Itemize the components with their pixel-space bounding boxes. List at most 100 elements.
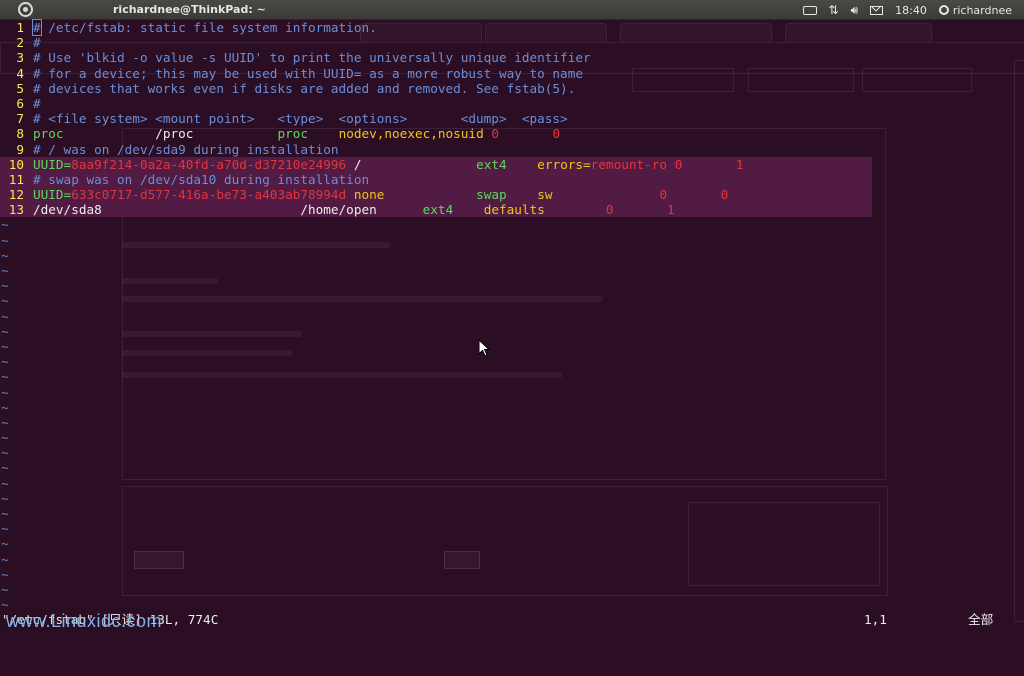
line-text: # [33,35,41,50]
empty-line-marker: ~ [0,233,1024,248]
line-text: 1 [736,157,744,172]
line-text: 633c0717-d577-416a-be73-a403ab78994d [71,187,346,202]
top-panel: richardnee@ThinkPad: ~ ⇅ 🔊︎ 18:40 richar… [0,0,1024,20]
line-text [682,157,735,172]
empty-line-marker: ~ [0,248,1024,263]
keyboard-icon[interactable] [803,6,817,15]
vim-buffer[interactable]: 1 # /etc/fstab: static file system inform… [0,20,1024,612]
tilde-marker: ~ [1,339,9,354]
line-number: 13 [0,202,24,217]
window-title: richardnee@ThinkPad: ~ [113,3,266,16]
buffer-line[interactable]: 11# swap was on /dev/sda10 during instal… [0,172,872,187]
empty-line-marker: ~ [0,491,1024,506]
tilde-marker: ~ [1,582,9,597]
session-icon[interactable] [939,5,949,15]
tilde-marker: ~ [1,263,9,278]
tilde-marker: ~ [1,233,9,248]
buffer-line[interactable]: 2# [0,35,1024,50]
tilde-marker: ~ [1,400,9,415]
buffer-line[interactable]: 13/dev/sda8 /home/open ext4 defaults 0 1 [0,202,872,217]
empty-line-marker: ~ [0,460,1024,475]
tilde-marker: ~ [1,476,9,491]
network-icon[interactable]: ⇅ [829,0,839,20]
tilde-marker: ~ [1,567,9,582]
buffer-line[interactable]: 3# Use 'blkid -o value -s UUID' to print… [0,50,1024,65]
tilde-marker: ~ [1,309,9,324]
line-text: /dev/sda8 [33,202,102,217]
tilde-marker: ~ [1,293,9,308]
tilde-marker: ~ [1,385,9,400]
line-text: sw [537,187,552,202]
tilde-marker: ~ [1,430,9,445]
line-text: 0 [491,126,499,141]
line-number: 4 [0,66,24,81]
buffer-line[interactable]: 1 # /etc/fstab: static file system inform… [0,20,1024,35]
empty-line-marker: ~ [0,536,1024,551]
line-text: none [354,187,385,202]
empty-line-marker: ~ [0,354,1024,369]
empty-line-marker: ~ [0,415,1024,430]
user-name[interactable]: richardnee [953,4,1012,17]
line-text: proc [277,126,308,141]
line-text: # / was on /dev/sda9 during installation [33,142,339,157]
empty-line-marker: ~ [0,582,1024,597]
text-cursor: # [33,20,41,35]
line-text [499,126,552,141]
line-number: 8 [0,126,24,141]
line-text: # swap was on /dev/sda10 during installa… [33,172,369,187]
tilde-marker: ~ [1,491,9,506]
line-number: 2 [0,35,24,50]
empty-line-marker: ~ [0,293,1024,308]
buffer-line[interactable]: 8proc /proc proc nodev,noexec,nosuid 0 0 [0,126,1024,141]
mail-icon[interactable] [870,6,883,15]
line-text: /etc/fstab: static file system informati… [41,20,377,35]
clock[interactable]: 18:40 [895,4,927,17]
tilde-marker: ~ [1,460,9,475]
line-text: remount-ro [591,157,667,172]
line-text: ext4 [423,202,454,217]
line-number: 5 [0,81,24,96]
buffer-line[interactable]: 4 # for a device; this may be used with U… [0,66,1024,81]
mouse-pointer-icon [478,339,490,357]
buffer-line[interactable]: 7# <file system> <mount point> <type> <o… [0,111,1024,126]
line-text [614,202,667,217]
line-text: / [346,157,476,172]
line-text: defaults [484,202,545,217]
empty-line-marker: ~ [0,567,1024,582]
buffer-line[interactable]: 6# [0,96,1024,111]
line-text [667,157,675,172]
line-text: 8aa9f214-0a2a-40fd-a70d-d37210e24996 [71,157,346,172]
tilde-marker: ~ [1,552,9,567]
buffer-line[interactable]: 12UUID=633c0717-d577-416a-be73-a403ab789… [0,187,872,202]
tilde-marker: ~ [1,354,9,369]
buffer-line[interactable]: 5# devices that works even if disks are … [0,81,1024,96]
empty-line-marker: ~ [0,369,1024,384]
volume-icon[interactable]: 🔊︎ [851,0,859,20]
line-text: nodev,noexec,nosuid [339,126,484,141]
empty-line-marker: ~ [0,506,1024,521]
line-text [308,126,339,141]
line-number: 9 [0,142,24,157]
line-text: 0 [606,202,614,217]
watermark-text: www.Linuxidc.com [6,611,162,632]
line-text [453,202,484,217]
line-number: 12 [0,187,24,202]
line-number: 3 [0,50,24,65]
empty-line-marker: ~ [0,445,1024,460]
empty-line-marker: ~ [0,385,1024,400]
line-number: 1 [0,20,24,35]
line-text: ext4 [476,157,507,172]
line-text: # for a device; this may be used with UU… [33,66,583,81]
line-text: /proc [64,126,278,141]
line-text [667,187,720,202]
system-tray: ⇅ 🔊︎ 18:40 richardnee [797,0,1024,20]
buffer-line[interactable]: 9 # / was on /dev/sda9 during installatio… [0,142,1024,157]
buffer-line[interactable]: 10UUID=8aa9f214-0a2a-40fd-a70d-d37210e24… [0,157,872,172]
empty-line-marker: ~ [0,217,1024,232]
line-text: errors= [507,157,591,172]
line-text [507,187,538,202]
line-text: UUID= [33,157,71,172]
ubuntu-logo-icon[interactable] [18,2,33,17]
line-text [384,187,476,202]
tilde-marker: ~ [1,506,9,521]
